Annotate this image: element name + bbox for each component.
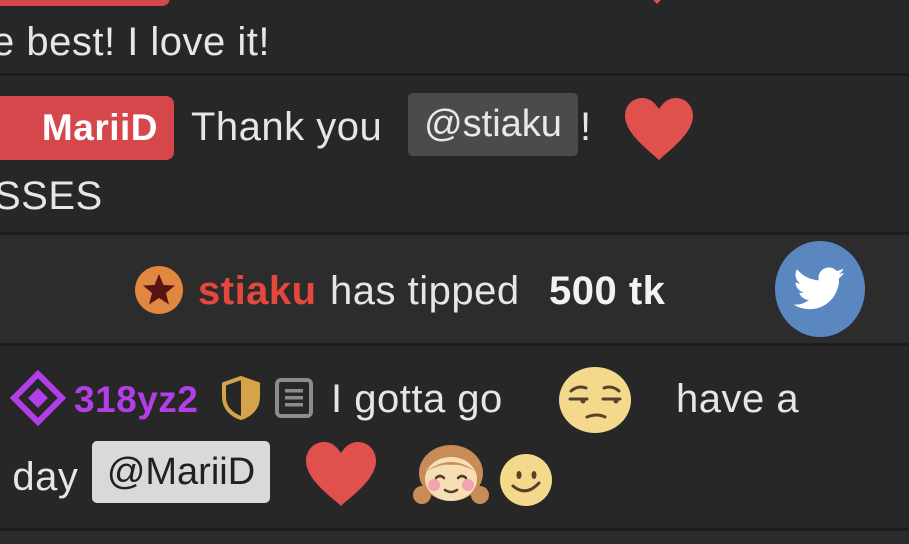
tip-amount: 500 tk <box>549 269 666 313</box>
message-text: I gotta go <box>331 377 503 421</box>
username[interactable]: stiaku <box>198 269 317 313</box>
username[interactable]: 318yz2 <box>74 379 198 420</box>
smiling-face-icon <box>499 453 553 507</box>
heart-icon <box>644 0 670 8</box>
heart-icon <box>621 96 697 162</box>
punctuation: ! <box>580 105 592 149</box>
mention-tag[interactable]: @stiaku <box>408 93 578 156</box>
twitter-icon <box>793 267 846 311</box>
unamused-face-icon <box>557 364 633 434</box>
tipper-username[interactable]: stiaku <box>198 271 317 311</box>
chat-message-2: MariiD Thank you @stiaku ! SSES <box>0 76 909 232</box>
chat-message-3: 318yz2 I gotta go have a 3 day @MariiD <box>0 346 909 528</box>
girl-face-icon <box>410 443 492 505</box>
chat-message-1: e best! I love it! <box>0 0 909 73</box>
heart-icon <box>302 440 380 508</box>
tip-notification: stiaku has tipped 500 tk <box>0 235 909 343</box>
message-line2-prefix: 3 day <box>0 455 79 499</box>
twitter-share-button[interactable] <box>775 241 865 337</box>
message-continuation: SSES <box>0 174 103 218</box>
star-badge-icon <box>134 265 184 315</box>
diamond-icon <box>9 369 67 427</box>
username[interactable]: MariiD <box>42 107 174 149</box>
username-badge-partial[interactable] <box>0 0 170 6</box>
username-badge[interactable]: MariiD <box>0 96 174 160</box>
message-text: e best! I love it! <box>0 20 271 64</box>
message-text-continued: have a <box>676 377 800 421</box>
note-icon[interactable] <box>274 377 314 419</box>
tip-text: has tipped <box>330 269 520 313</box>
next-message-partial <box>0 531 909 544</box>
message-text: Thank you <box>191 105 383 149</box>
shield-icon <box>220 375 262 421</box>
mention-tag[interactable]: @MariiD <box>92 441 270 503</box>
username-link[interactable]: 318yz2 <box>74 379 198 419</box>
